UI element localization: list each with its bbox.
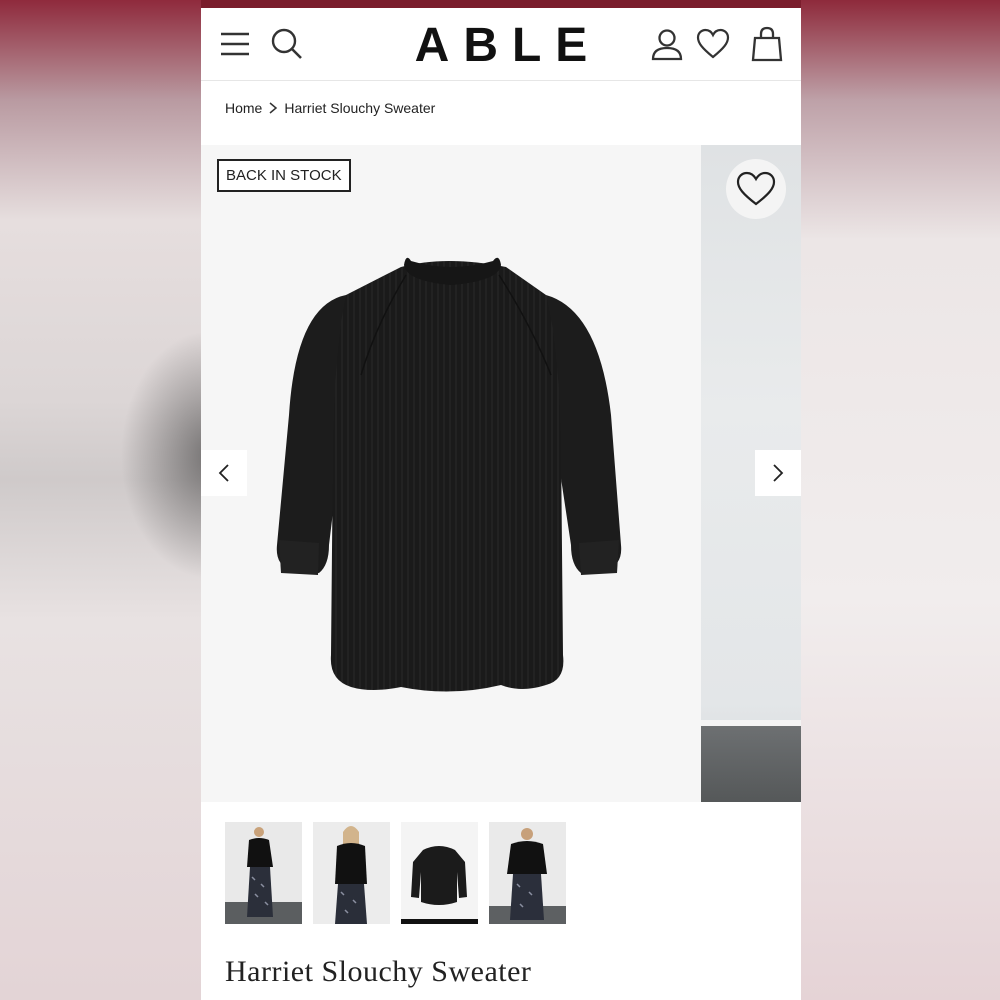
next-image-button[interactable] (755, 450, 801, 496)
background-right (801, 0, 1000, 1000)
chevron-left-icon (218, 464, 229, 482)
breadcrumb-home-link[interactable]: Home (225, 100, 262, 116)
product-gallery: BACK IN STOCK (201, 145, 801, 802)
product-main-image[interactable]: BACK IN STOCK (201, 145, 693, 802)
product-flat-image (401, 822, 478, 924)
thumbnail-model-back[interactable] (313, 822, 390, 924)
chevron-right-icon (773, 464, 784, 482)
thumbnail-model-front[interactable] (225, 822, 302, 924)
thumbnail-strip (225, 822, 566, 924)
site-header: ABLE (201, 8, 801, 81)
sweater-image (276, 257, 622, 692)
prev-image-button[interactable] (201, 450, 247, 496)
bag-icon (751, 26, 783, 62)
background-left (0, 0, 210, 1000)
heart-icon (736, 171, 776, 206)
add-to-wishlist-button[interactable] (726, 159, 786, 219)
heart-icon (696, 28, 730, 59)
wishlist-button[interactable] (693, 24, 733, 64)
account-icon (651, 29, 683, 61)
model-side-image (489, 822, 566, 924)
breadcrumb: Home Harriet Slouchy Sweater (225, 100, 435, 116)
cart-button[interactable] (747, 24, 787, 64)
model-back-image (313, 822, 390, 924)
thumbnail-model-side[interactable] (489, 822, 566, 924)
breadcrumb-current: Harriet Slouchy Sweater (284, 100, 436, 116)
model-front-image (225, 822, 302, 924)
back-in-stock-badge: BACK IN STOCK (217, 159, 351, 192)
announcement-bar (201, 0, 801, 8)
mobile-page: ABLE Home Harriet Slouchy Sweater BACK I… (201, 0, 801, 1000)
image-floor (701, 726, 801, 802)
account-button[interactable] (647, 24, 687, 64)
product-title: Harriet Slouchy Sweater (225, 955, 532, 988)
chevron-right-icon (268, 102, 278, 114)
thumbnail-product-flat[interactable] (401, 822, 478, 924)
